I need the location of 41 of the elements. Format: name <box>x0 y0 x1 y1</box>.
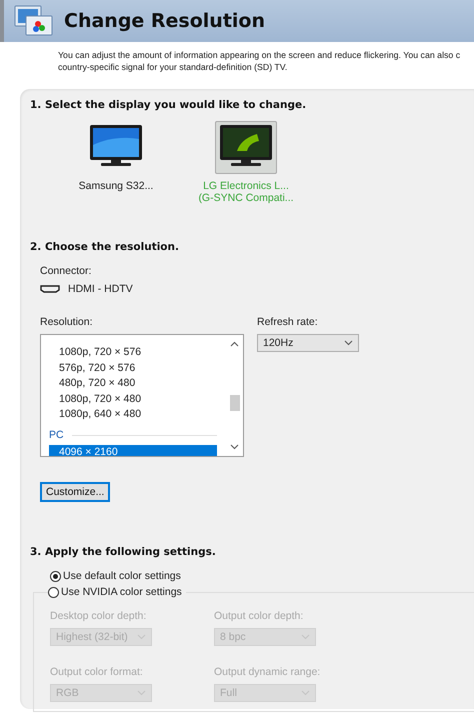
page-title: Change Resolution <box>64 10 266 32</box>
display-name: LG Electronics L... (G-SYNC Compati... <box>198 180 294 204</box>
scrollbar-thumb[interactable] <box>230 395 240 411</box>
display-settings-icon <box>14 4 54 38</box>
radio-button[interactable]: Use default color settings <box>50 570 181 582</box>
scroll-down-icon[interactable] <box>230 444 239 450</box>
field-label: Output color format: <box>50 666 144 678</box>
resolution-item[interactable]: 480p, 720 × 480 <box>49 376 217 392</box>
connector-value: HDMI - HDTV <box>68 283 133 295</box>
resolution-item[interactable]: 1080p, 640 × 480 <box>49 407 217 422</box>
field-label: Output dynamic range: <box>214 666 322 678</box>
chevron-icon <box>301 690 310 696</box>
field-label: Output color depth: <box>214 610 304 622</box>
monitor-icon[interactable] <box>89 125 143 167</box>
resolution-list[interactable]: 1080p, 720 × 576 576p, 720 × 576 480p, 720 × 480 1080p, 720 × 480 1080p, 640 × 480 PC 4096 × 2160 <box>40 334 244 457</box>
chevron-icon <box>137 690 146 696</box>
resolution-item[interactable]: 1080p, 720 × 480 <box>49 392 217 407</box>
description-text: You can adjust the amount of information appearing on the screen and reduce flickering. You can also c <box>58 49 460 61</box>
description-text: country-specific signal for your standard-definition (SD) TV. <box>58 61 288 73</box>
resolution-item[interactable]: 1080p, 720 × 576 <box>49 345 217 360</box>
display-tile[interactable] <box>215 121 277 174</box>
monitor-icon[interactable] <box>219 125 273 167</box>
chevron-icon <box>137 634 146 640</box>
group-header: PC <box>49 429 64 441</box>
section-heading: 1. Select the display you would like to change. <box>30 99 308 111</box>
radio-button[interactable]: Use NVIDIA color settings <box>48 586 186 598</box>
refresh-rate-dropdown[interactable]: 120Hz <box>257 334 359 352</box>
field-label: Desktop color depth: <box>50 610 148 622</box>
section-heading: 3. Apply the following settings. <box>30 546 217 558</box>
connector-label: Connector: <box>40 265 92 277</box>
section-heading: 2. Choose the resolution. <box>30 241 180 253</box>
resolution-label: Resolution: <box>40 316 93 328</box>
hdmi-port-icon <box>40 285 60 293</box>
scroll-up-icon[interactable] <box>230 341 239 347</box>
refresh-rate-label: Refresh rate: <box>257 316 318 328</box>
resolution-item[interactable]: 576p, 720 × 576 <box>49 360 217 376</box>
chevron-icon <box>301 634 310 640</box>
resolution-item[interactable]: 4096 × 2160 <box>49 444 217 456</box>
customize-button[interactable]: Customize... <box>40 482 110 502</box>
display-name: Samsung S32... <box>78 180 154 192</box>
chevron-icon <box>344 340 353 346</box>
